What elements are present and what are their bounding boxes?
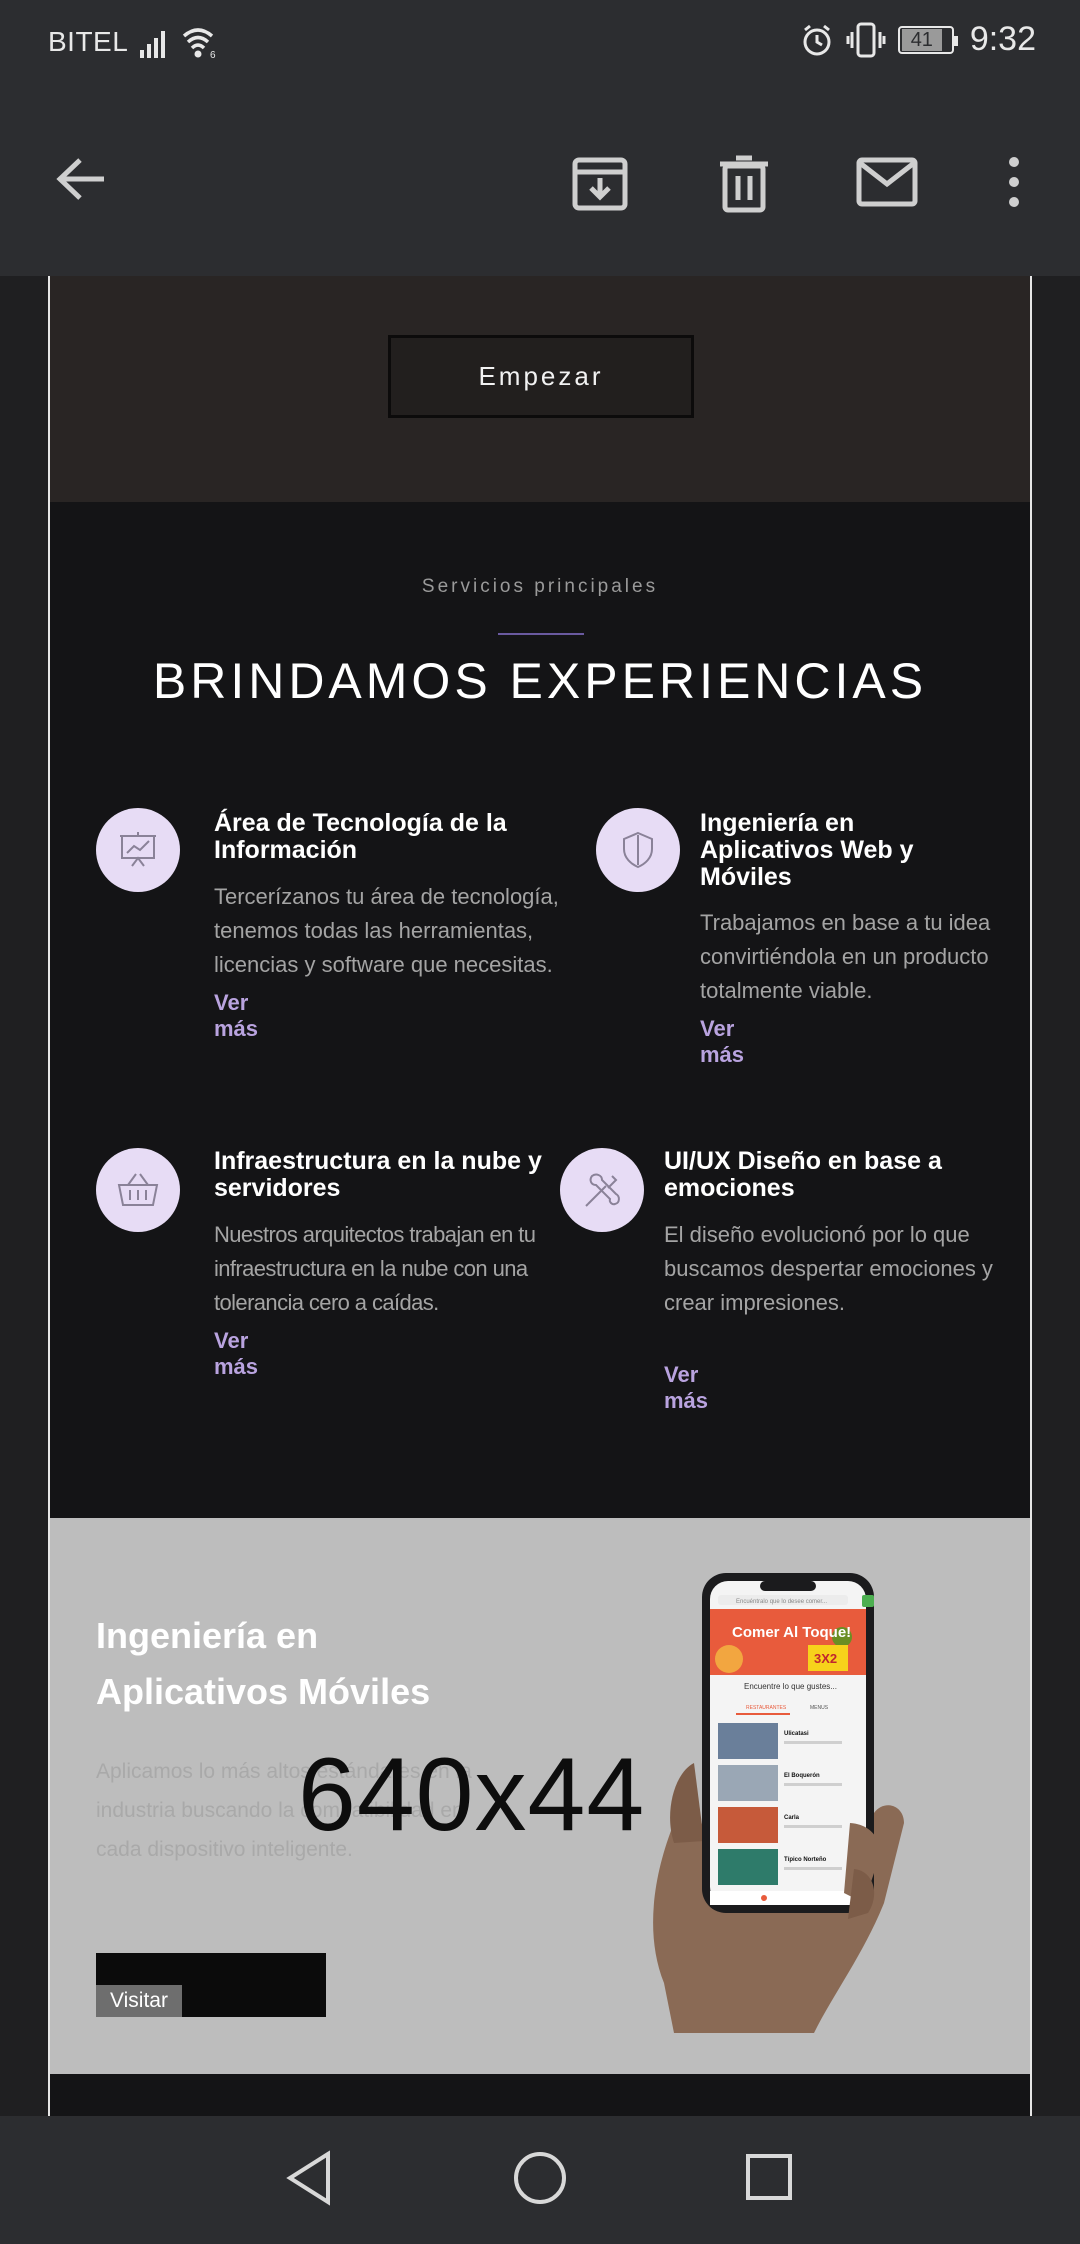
services-eyebrow: Servicios principales (421, 576, 659, 597)
phone-tab: MENUS (810, 1705, 829, 1711)
phone-subtitle: Encuentre lo que gustes... (744, 1682, 837, 1691)
see-more-link[interactable]: Ver más (214, 990, 258, 1042)
email-frame: Empezar Servicios principales BRINDAMOS … (48, 276, 1032, 2116)
signal-wifi-icons: 6 (140, 24, 220, 65)
services-section: Servicios principales BRINDAMOS EXPERIEN… (50, 502, 1030, 1518)
phone-banner-text: Comer Al Toque! (732, 1624, 851, 1641)
promo-title-line: Ingeniería en (96, 1615, 319, 1656)
phone-tab: RESTAURANTES (746, 1705, 787, 1711)
phone-restaurant: Típico Norteño (784, 1857, 827, 1863)
visit-button[interactable]: Visitar (96, 1985, 182, 2017)
carrier-label: BITEL (48, 26, 129, 57)
email-body[interactable]: Empezar Servicios principales BRINDAMOS … (0, 276, 1080, 2116)
promo-title-line: Aplicativos Móviles (96, 1671, 431, 1712)
see-more-link[interactable]: Ver más (700, 1016, 744, 1068)
services-headline: BRINDAMOS EXPERIENCIAS (152, 653, 928, 709)
back-arrow-icon[interactable] (54, 154, 110, 209)
home-circle-icon[interactable] (512, 2150, 568, 2211)
phone-promo-badge: 3X2 (814, 1651, 837, 1666)
alarm-icon (803, 24, 831, 55)
see-more-link[interactable]: Ver más (214, 1328, 258, 1380)
promo-section: Ingeniería en Aplicativos Móviles Aplica… (50, 1518, 1030, 2074)
promo-title: Ingeniería en Aplicativos Móviles (96, 1608, 430, 1720)
archive-icon[interactable] (570, 154, 630, 219)
start-button[interactable]: Empezar (388, 335, 694, 418)
service-title: Infraestructura en la nube y servidores (214, 1147, 542, 1202)
service-title: UI/UX Diseño en base a emociones (664, 1147, 942, 1202)
see-more-link[interactable]: Ver más (664, 1362, 708, 1414)
battery-icon: 41 (897, 25, 958, 54)
trash-icon[interactable] (716, 154, 772, 219)
more-vert-icon[interactable] (1000, 154, 1028, 215)
mail-icon[interactable] (856, 154, 918, 215)
service-description: Trabajamos en base a tu idea convirtiénd… (700, 910, 991, 1003)
shield-icon (596, 808, 680, 892)
system-nav-bar (0, 2116, 1080, 2244)
phone-restaurant: Ulicatasi (784, 1731, 809, 1737)
service-title: Área de Tecnología de la Información (214, 809, 507, 864)
divider (498, 633, 584, 635)
battery-level: 41 (901, 28, 942, 51)
next-section (50, 2074, 1030, 2116)
svg-text:6: 6 (210, 50, 216, 60)
service-description: Tercerízanos tu área de tecnología, tene… (214, 884, 559, 977)
phone-search-text: Encuéntralo que lo desee comer... (736, 1599, 827, 1605)
service-title: Ingeniería en Aplicativos Web y Móviles (700, 809, 914, 891)
basket-icon (96, 1148, 180, 1232)
hero-section: Empezar (50, 276, 1030, 502)
app-bar (0, 88, 1080, 276)
phone-restaurant: El Boquerón (784, 1773, 820, 1779)
back-triangle-icon[interactable] (284, 2150, 334, 2211)
recents-square-icon[interactable] (744, 2152, 794, 2207)
clock: 9:32 (969, 20, 1036, 58)
phone-in-hand-image: Encuéntralo que lo desee comer... Comer … (634, 1573, 954, 2038)
presentation-chart-icon (96, 808, 180, 892)
tools-icon (560, 1148, 644, 1232)
status-bar: BITEL 6 41 9:32 (0, 0, 1080, 88)
image-placeholder-label: 640x44 (298, 1737, 646, 1853)
service-description: Nuestros arquitectos trabajan en tu infr… (214, 1222, 536, 1315)
vibrate-icon (846, 22, 886, 57)
phone-restaurant: Carla (784, 1815, 800, 1821)
service-description: El diseño evolucionó por lo que buscamos… (664, 1222, 993, 1315)
signal-icon: 6 (140, 28, 216, 61)
